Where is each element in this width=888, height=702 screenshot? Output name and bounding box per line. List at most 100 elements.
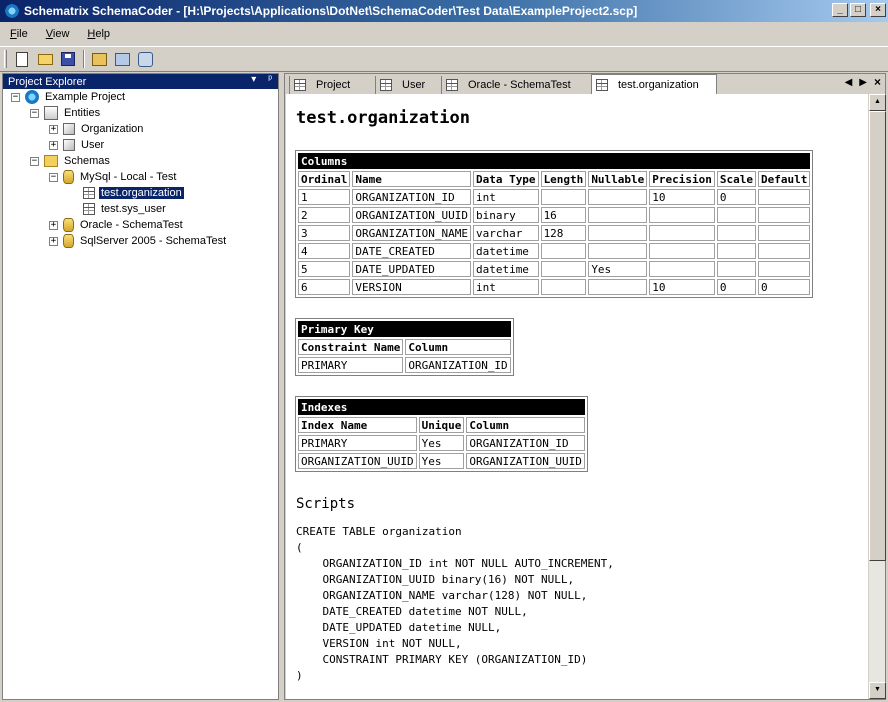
table-icon — [83, 203, 95, 215]
column-header: Column — [466, 417, 585, 433]
menu-bar: File View Help — [0, 24, 128, 44]
tree-node-oracle[interactable]: + Oracle - SchemaTest — [49, 217, 185, 233]
table-icon — [446, 79, 458, 91]
column-header: Precision — [649, 171, 715, 187]
table-cell: 10 — [649, 279, 715, 295]
table-cell — [540, 243, 587, 259]
column-header: Nullable — [588, 171, 648, 187]
table-cell: Yes — [418, 453, 465, 469]
explorer-pin-button[interactable]: ᵖ — [268, 74, 272, 85]
tree-node-mysql[interactable]: − MySql - Local - Test — [49, 169, 178, 185]
explorer-menu-button[interactable]: ▾ — [251, 74, 256, 85]
table-cell: 16 — [540, 207, 587, 223]
tab-user[interactable]: User — [375, 76, 441, 94]
tree-node-entity-user[interactable]: + User — [49, 137, 106, 153]
table-cell — [649, 243, 715, 259]
table-cell — [758, 207, 811, 223]
table-cell: datetime — [472, 261, 539, 277]
table-cell: 0 — [758, 279, 811, 295]
tree-label: Example Project — [45, 91, 126, 103]
column-header: Default — [758, 171, 811, 187]
open-folder-icon — [37, 53, 53, 65]
table-cell: binary — [472, 207, 539, 223]
column-header: Length — [540, 171, 587, 187]
close-tab-icon[interactable]: × — [874, 76, 881, 88]
connect-button[interactable] — [111, 49, 133, 69]
column-header: Scale — [716, 171, 757, 187]
window-controls: _ □ × — [832, 3, 886, 17]
table-cell — [758, 243, 811, 259]
close-button[interactable]: × — [870, 3, 886, 17]
tab-scroll-right-icon[interactable]: ▶ — [859, 77, 867, 88]
table-cell: PRIMARY — [298, 357, 404, 373]
tree-node-schemas[interactable]: − Schemas — [30, 153, 112, 169]
vertical-scrollbar[interactable]: ▲ ▼ — [868, 94, 886, 699]
database-icon — [63, 218, 74, 232]
expand-icon[interactable]: + — [49, 140, 58, 150]
table-cell: 10 — [649, 189, 715, 205]
menu-view[interactable]: View — [46, 28, 70, 40]
tab-scroll-left-icon[interactable]: ◀ — [845, 77, 853, 88]
scroll-thumb[interactable] — [869, 111, 886, 561]
tab-test-organization[interactable]: test.organization — [591, 74, 717, 95]
column-header: Column — [405, 339, 511, 355]
table-cell: 1 — [298, 189, 351, 205]
document-area: Project User Oracle - SchemaTest test.or… — [284, 73, 886, 700]
table-cell: ORGANIZATION_UUID — [352, 207, 471, 223]
menu-help[interactable]: Help — [87, 28, 110, 40]
table-cell — [540, 261, 587, 277]
database-icon — [63, 170, 74, 184]
columns-table: Columns Ordinal Name Data Type Length Nullab… — [295, 150, 814, 298]
table-row: 1 ORGANIZATION_ID int 10 0 — [298, 189, 811, 205]
tree-node-table-organization[interactable]: test.organization — [83, 185, 184, 201]
save-button[interactable] — [57, 49, 79, 69]
table-cell: int — [472, 279, 539, 295]
tree-label: Entities — [64, 107, 101, 119]
collapse-icon[interactable]: − — [30, 156, 39, 166]
table-cell — [540, 189, 587, 205]
table-caption: Primary Key — [298, 321, 511, 337]
settings-button[interactable] — [134, 49, 156, 69]
table-cell: PRIMARY — [298, 435, 417, 451]
tree-node-project[interactable]: − Example Project — [11, 89, 127, 105]
open-button[interactable] — [34, 49, 56, 69]
maximize-button[interactable]: □ — [850, 3, 866, 17]
table-cell: VERSION — [352, 279, 471, 295]
table-cell: DATE_CREATED — [352, 243, 471, 259]
table-cell: ORGANIZATION_ID — [405, 357, 511, 373]
expand-icon[interactable]: + — [49, 236, 58, 246]
tree-label: Schemas — [64, 155, 110, 167]
table-cell: ORGANIZATION_UUID — [298, 453, 417, 469]
save-icon — [61, 52, 75, 66]
table-row: 4 DATE_CREATED datetime — [298, 243, 811, 259]
tree-node-sqlserver[interactable]: + SqlServer 2005 - SchemaTest — [49, 233, 228, 249]
new-file-button[interactable] — [11, 49, 33, 69]
toolbar-grip[interactable] — [4, 50, 7, 68]
table-cell: Yes — [418, 435, 465, 451]
table-cell: ORGANIZATION_ID — [352, 189, 471, 205]
table-cell — [758, 225, 811, 241]
tree-node-entity-organization[interactable]: + Organization — [49, 121, 145, 137]
entity-icon — [63, 123, 75, 135]
tab-oracle-schematest[interactable]: Oracle - SchemaTest — [441, 76, 591, 94]
table-cell: 0 — [716, 189, 757, 205]
create-table-script: CREATE TABLE organization ( ORGANIZATION… — [296, 525, 614, 682]
tree-node-entities[interactable]: − Entities — [30, 105, 102, 121]
generate-button[interactable] — [88, 49, 110, 69]
table-cell — [588, 243, 648, 259]
tree-label: test.organization — [99, 187, 184, 199]
collapse-icon[interactable]: − — [11, 92, 20, 102]
expand-icon[interactable]: + — [49, 220, 58, 230]
collapse-icon[interactable]: − — [30, 108, 39, 118]
table-cell — [588, 225, 648, 241]
minimize-button[interactable]: _ — [832, 3, 848, 17]
menu-file[interactable]: File — [10, 28, 28, 40]
expand-icon[interactable]: + — [49, 124, 58, 134]
tab-project[interactable]: Project — [289, 76, 375, 94]
collapse-icon[interactable]: − — [49, 172, 58, 182]
tree-node-table-sys-user[interactable]: test.sys_user — [83, 201, 168, 217]
table-row: 6 VERSION int 10 0 0 — [298, 279, 811, 295]
scroll-down-icon[interactable]: ▼ — [869, 682, 886, 699]
scroll-up-icon[interactable]: ▲ — [869, 94, 886, 111]
table-cell — [758, 189, 811, 205]
